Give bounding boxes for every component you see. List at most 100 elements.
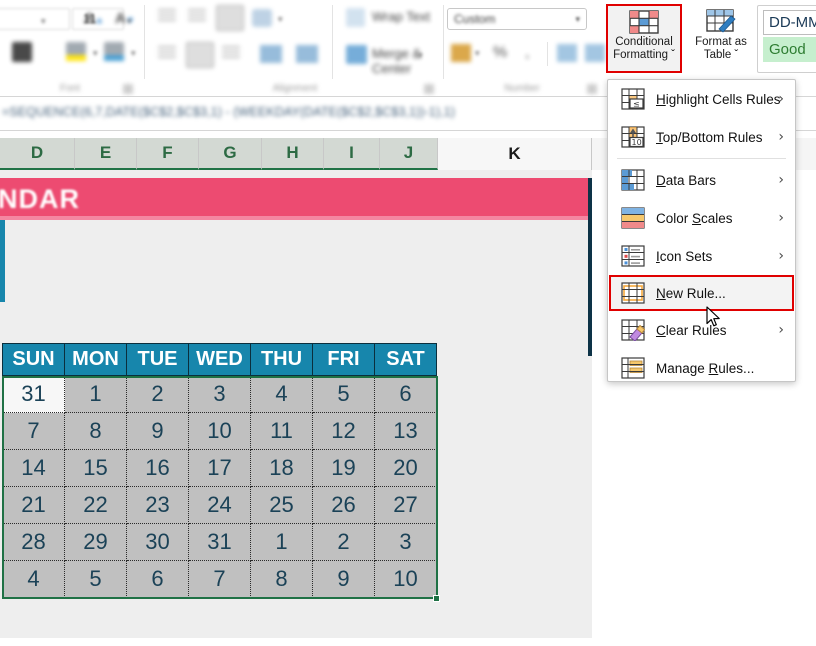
calendar-cell[interactable]: 7 (3, 413, 65, 450)
calendar-cell[interactable]: 27 (375, 487, 437, 524)
day-header-wed[interactable]: WED (189, 344, 251, 376)
conditional-formatting-button[interactable]: Conditional Formattingˇ (606, 4, 682, 73)
accounting-format-icon[interactable] (451, 44, 471, 62)
increase-decimal-icon[interactable] (557, 44, 577, 62)
calendar-cell[interactable]: 22 (65, 487, 127, 524)
menu-item-highlight-cells-rules[interactable]: ≤ Highlight Cells Rules › (608, 80, 795, 118)
calendar-cell[interactable]: 21 (3, 487, 65, 524)
calendar-table[interactable]: SUN MON TUE WED THU FRI SAT 31 1 2 3 (2, 343, 437, 598)
comma-style-icon[interactable]: , (525, 44, 541, 62)
day-header-sat[interactable]: SAT (375, 344, 437, 376)
fill-handle[interactable] (433, 595, 440, 602)
conditional-formatting-menu[interactable]: ≤ Highlight Cells Rules › 10 Top/Bottom … (607, 79, 796, 382)
calendar-cell[interactable]: 2 (313, 524, 375, 561)
calendar-cell[interactable]: 14 (3, 450, 65, 487)
align-bottom-icon[interactable] (216, 5, 244, 31)
fill-color-icon[interactable] (66, 42, 88, 64)
calendar-cell[interactable]: 29 (65, 524, 127, 561)
decrease-indent-icon[interactable] (158, 46, 178, 63)
increase-indent-icon[interactable] (260, 45, 282, 63)
calendar-cell[interactable]: 12 (313, 413, 375, 450)
calendar-cell[interactable]: 3 (189, 376, 251, 413)
align-right-icon[interactable] (222, 46, 242, 63)
calendar-cell[interactable]: 3 (375, 524, 437, 561)
align-middle-icon[interactable] (188, 9, 208, 26)
column-header-e[interactable]: E (75, 138, 137, 170)
merge-center-icon[interactable] (346, 45, 367, 64)
calendar-cell[interactable]: 31 (189, 524, 251, 561)
menu-item-manage-rules[interactable]: Manage Rules... (608, 349, 795, 387)
cell-style-good[interactable]: Good (763, 37, 816, 62)
calendar-cell[interactable]: 9 (313, 561, 375, 598)
day-header-sun[interactable]: SUN (3, 344, 65, 376)
column-header-d[interactable]: D (0, 138, 75, 170)
calendar-cell[interactable]: 25 (251, 487, 313, 524)
calendar-cell[interactable]: 18 (251, 450, 313, 487)
column-header-f[interactable]: F (137, 138, 199, 170)
calendar-cell[interactable]: 1 (251, 524, 313, 561)
calendar-grid[interactable]: SUN MON TUE WED THU FRI SAT 31 1 2 3 (2, 343, 437, 598)
column-header-h[interactable]: H (262, 138, 324, 170)
calendar-cell[interactable]: 30 (127, 524, 189, 561)
chevron-down-icon[interactable]: ˇ (734, 49, 738, 61)
calendar-cell[interactable]: 20 (375, 450, 437, 487)
font-name-box[interactable] (0, 8, 70, 30)
column-header-g[interactable]: G (199, 138, 262, 170)
decrease-decimal-icon[interactable] (585, 44, 605, 62)
calendar-cell[interactable]: 6 (127, 561, 189, 598)
align-center-icon[interactable] (186, 42, 214, 68)
calendar-cell[interactable]: 1 (65, 376, 127, 413)
day-header-mon[interactable]: MON (65, 344, 127, 376)
day-header-thu[interactable]: THU (251, 344, 313, 376)
number-dialog-launcher[interactable] (587, 84, 597, 94)
percent-style-icon[interactable]: % (493, 44, 511, 62)
calendar-title-banner[interactable]: NDAR (0, 178, 590, 216)
font-dialog-launcher[interactable] (123, 84, 133, 94)
calendar-cell-active[interactable]: 31 (3, 376, 65, 413)
day-header-fri[interactable]: FRI (313, 344, 375, 376)
font-color-icon[interactable] (104, 42, 126, 64)
wrap-text-label[interactable]: Wrap Text (372, 9, 430, 24)
calendar-cell[interactable]: 10 (189, 413, 251, 450)
decrease-font-size-icon[interactable]: A▼ (115, 10, 135, 28)
calendar-cell[interactable]: 9 (127, 413, 189, 450)
calendar-cell[interactable]: 10 (375, 561, 437, 598)
calendar-cell[interactable]: 4 (3, 561, 65, 598)
formula-bar-input[interactable]: =SEQUENCE(6,7,DATE($C$2,$C$3,1) - (WEEKD… (2, 105, 455, 119)
column-header-i[interactable]: I (324, 138, 380, 170)
calendar-cell[interactable]: 8 (65, 413, 127, 450)
chevron-down-icon[interactable]: ˇ (671, 49, 675, 61)
calendar-cell[interactable]: 16 (127, 450, 189, 487)
cell-styles-gallery[interactable]: DD-MMM-Y Good (757, 5, 816, 73)
menu-item-clear-rules[interactable]: Clear Rules › (608, 311, 795, 349)
menu-item-icon-sets[interactable]: Icon Sets › (608, 237, 795, 275)
calendar-cell[interactable]: 11 (251, 413, 313, 450)
calendar-cell[interactable]: 28 (3, 524, 65, 561)
wrap-text-icon[interactable] (346, 8, 365, 27)
day-header-tue[interactable]: TUE (127, 344, 189, 376)
calendar-cell[interactable]: 5 (313, 376, 375, 413)
format-as-table-button[interactable]: Format as Tableˇ (690, 6, 752, 72)
column-header-j[interactable]: J (380, 138, 438, 170)
calendar-cell[interactable]: 7 (189, 561, 251, 598)
menu-item-data-bars[interactable]: Data Bars › (608, 161, 795, 199)
calendar-cell[interactable]: 5 (65, 561, 127, 598)
align-top-icon[interactable] (158, 9, 178, 26)
calendar-cell[interactable]: 13 (375, 413, 437, 450)
calendar-cell[interactable]: 8 (251, 561, 313, 598)
alignment-dialog-launcher[interactable] (424, 84, 434, 94)
calendar-cell[interactable]: 23 (127, 487, 189, 524)
indent-right-icon[interactable] (296, 45, 318, 63)
calendar-cell[interactable]: 2 (127, 376, 189, 413)
calendar-cell[interactable]: 4 (251, 376, 313, 413)
calendar-cell[interactable]: 24 (189, 487, 251, 524)
merge-center-label[interactable]: Merge & Center (372, 46, 440, 76)
calendar-cell[interactable]: 6 (375, 376, 437, 413)
menu-item-new-rule[interactable]: New Rule... (609, 275, 794, 311)
cell-style-dd-mmm-y[interactable]: DD-MMM-Y (763, 10, 816, 35)
calendar-cell[interactable]: 17 (189, 450, 251, 487)
orientation-icon[interactable] (252, 9, 272, 27)
increase-font-size-icon[interactable]: A▲ (84, 10, 104, 28)
calendar-cell[interactable]: 19 (313, 450, 375, 487)
menu-item-top-bottom-rules[interactable]: 10 Top/Bottom Rules › (608, 118, 795, 156)
